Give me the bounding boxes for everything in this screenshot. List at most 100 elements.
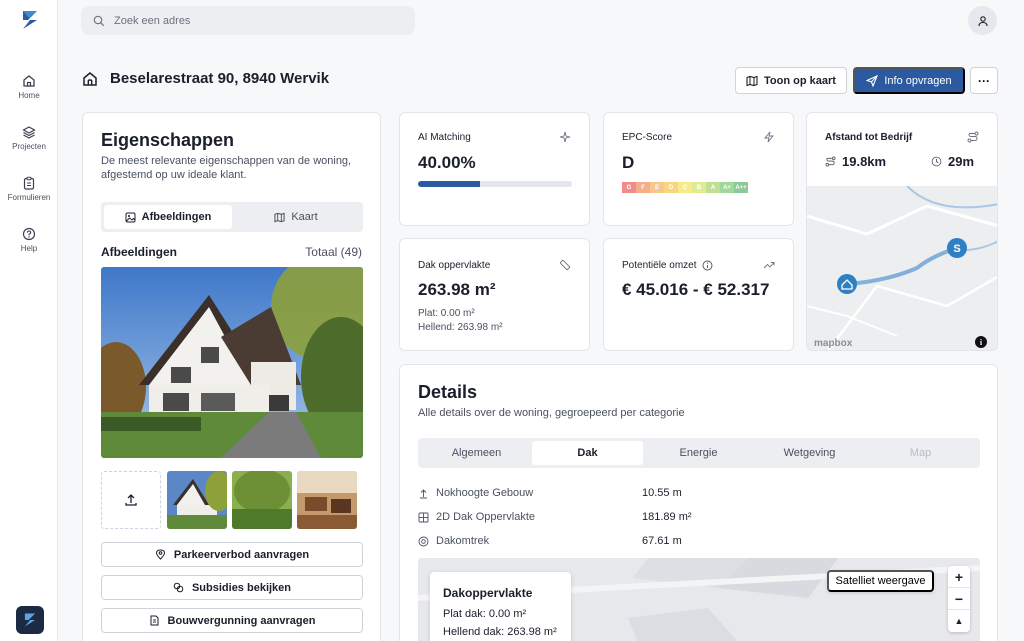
detail-row-ridge-height: Nokhoogte Gebouw bbox=[418, 487, 533, 499]
show-on-map-button[interactable]: Toon op kaart bbox=[735, 67, 847, 94]
parking-ban-request-button[interactable]: Parkeerverbod aanvragen bbox=[101, 542, 363, 567]
epc-segment: C bbox=[678, 182, 692, 193]
tab-label: Kaart bbox=[291, 211, 318, 223]
action-label: Subsidies bekijken bbox=[191, 581, 292, 594]
request-info-label: Info opvragen bbox=[884, 74, 952, 87]
epc-segment: A++ bbox=[734, 182, 748, 193]
distance-km-value: 19.8km bbox=[842, 154, 887, 169]
satellite-view-button[interactable]: Satelliet weergave bbox=[827, 570, 934, 592]
route-icon bbox=[967, 131, 979, 143]
route-map[interactable]: S i mapbox bbox=[807, 186, 997, 350]
main-house-photo[interactable] bbox=[101, 267, 363, 458]
roof-area-card: Dak oppervlakte 263.98 m² Plat: 0.00 m² … bbox=[399, 238, 590, 351]
clipboard-icon bbox=[23, 176, 35, 190]
zoom-out-button[interactable]: − bbox=[948, 588, 970, 610]
roof-popup-sloped: Hellend dak: 263.98 m² bbox=[443, 626, 557, 638]
page-header: Beselarestraat 90, 8940 Wervik bbox=[82, 70, 329, 87]
epc-score-card: EPC-Score D G F E D C B A A+ A++ bbox=[603, 112, 794, 226]
epc-segment: A+ bbox=[720, 182, 734, 193]
tab-energie[interactable]: Energie bbox=[643, 441, 754, 465]
distance-time: 29m bbox=[931, 154, 974, 169]
search-icon bbox=[93, 15, 105, 26]
coins-icon bbox=[173, 582, 184, 593]
roof-flat: Plat: 0.00 m² bbox=[418, 308, 475, 319]
distance-time-value: 29m bbox=[948, 154, 975, 169]
layers-icon bbox=[22, 126, 36, 139]
epc-segment: F bbox=[636, 182, 650, 193]
sidebar-item-label: Home bbox=[18, 91, 40, 100]
home-icon bbox=[23, 75, 35, 87]
epc-segment: B bbox=[692, 182, 706, 193]
thumbnail-image[interactable] bbox=[297, 471, 357, 529]
map-icon bbox=[746, 75, 758, 86]
user-menu-button[interactable] bbox=[968, 6, 997, 35]
details-tabs: Algemeen Dak Energie Wetgeving Map bbox=[418, 438, 980, 468]
more-icon: ··· bbox=[978, 73, 990, 88]
grid-icon bbox=[418, 512, 429, 522]
action-label: Bouwvergunning aanvragen bbox=[167, 614, 316, 627]
tab-kaart[interactable]: Kaart bbox=[232, 205, 360, 229]
tab-afbeeldingen[interactable]: Afbeeldingen bbox=[104, 205, 232, 229]
sidebar-item-label: Projecten bbox=[12, 142, 46, 151]
sidebar-item-help[interactable]: Help bbox=[0, 227, 58, 253]
details-description: Alle details over de woning, gegroepeerd… bbox=[418, 407, 685, 419]
sidebar-item-home[interactable]: Home bbox=[0, 74, 58, 100]
help-icon bbox=[22, 227, 36, 241]
home-icon bbox=[83, 71, 97, 86]
tab-algemeen[interactable]: Algemeen bbox=[421, 441, 532, 465]
sidebar: Home Projecten Formulieren Help bbox=[0, 0, 58, 641]
upload-icon bbox=[125, 494, 137, 506]
detail-value: 67.61 m bbox=[642, 535, 682, 547]
thumbnail-image[interactable] bbox=[167, 471, 227, 529]
more-options-button[interactable]: ··· bbox=[970, 67, 998, 94]
house-photo-image bbox=[101, 267, 363, 458]
document-icon bbox=[150, 615, 159, 626]
clock-icon bbox=[931, 156, 942, 167]
info-icon[interactable] bbox=[702, 260, 713, 271]
potential-revenue-card: Potentiële omzet € 45.016 - € 52.317 bbox=[603, 238, 794, 351]
action-label: Parkeerverbod aanvragen bbox=[173, 548, 310, 561]
route-map-graphic: S i mapbox bbox=[807, 186, 997, 350]
details-title: Details bbox=[418, 382, 478, 402]
sidebar-item-projecten[interactable]: Projecten bbox=[0, 125, 58, 151]
sidebar-item-label: Formulieren bbox=[7, 193, 51, 202]
compass-button[interactable]: ▲ bbox=[948, 610, 970, 632]
thumbnail-image[interactable] bbox=[232, 471, 292, 529]
tab-wetgeving[interactable]: Wetgeving bbox=[754, 441, 865, 465]
zoom-in-button[interactable]: + bbox=[948, 566, 970, 588]
epc-segment: E bbox=[650, 182, 664, 193]
app-logo-icon[interactable] bbox=[19, 9, 41, 31]
send-icon bbox=[866, 74, 879, 87]
sidebar-item-formulieren[interactable]: Formulieren bbox=[0, 176, 58, 202]
images-label: Afbeeldingen bbox=[101, 245, 178, 259]
revenue-value: € 45.016 - € 52.317 bbox=[622, 280, 770, 299]
tab-label: Afbeeldingen bbox=[141, 211, 212, 223]
roof-popup-flat: Plat dak: 0.00 m² bbox=[443, 608, 527, 620]
images-total: Totaal (49) bbox=[305, 245, 362, 259]
properties-tabs: Afbeeldingen Kaart bbox=[101, 202, 363, 232]
roof-map[interactable]: Dakoppervlakte Plat dak: 0.00 m² Hellend… bbox=[418, 558, 980, 641]
detail-row-roof-perimeter: Dakomtrek bbox=[418, 535, 489, 547]
sparkles-icon bbox=[559, 131, 571, 143]
tab-map[interactable]: Map bbox=[865, 441, 976, 465]
building-permit-button[interactable]: Bouwvergunning aanvragen bbox=[101, 608, 363, 633]
request-info-button[interactable]: Info opvragen bbox=[853, 67, 965, 94]
detail-row-roof-area: 2D Dak Oppervlakte bbox=[418, 511, 535, 523]
workspace-logo[interactable] bbox=[16, 606, 44, 634]
roof-area-label: Dak oppervlakte bbox=[418, 260, 491, 271]
detail-label: Dakomtrek bbox=[436, 535, 490, 547]
arrow-up-icon bbox=[420, 488, 427, 498]
upload-image-button[interactable] bbox=[101, 471, 161, 529]
search-input[interactable] bbox=[114, 14, 394, 27]
sidebar-item-label: Help bbox=[20, 244, 38, 253]
revenue-label: Potentiële omzet bbox=[622, 260, 697, 271]
roof-popup-title: Dakoppervlakte bbox=[443, 586, 533, 600]
ai-matching-progress-fill bbox=[418, 181, 480, 187]
ruler-icon bbox=[559, 259, 571, 271]
search-bar[interactable] bbox=[81, 6, 415, 35]
subsidies-button[interactable]: Subsidies bekijken bbox=[101, 575, 363, 600]
tab-dak[interactable]: Dak bbox=[532, 441, 643, 465]
roof-sloped: Hellend: 263.98 m² bbox=[418, 322, 503, 333]
app-logo-icon bbox=[24, 613, 36, 627]
epc-segment: D bbox=[664, 182, 678, 193]
